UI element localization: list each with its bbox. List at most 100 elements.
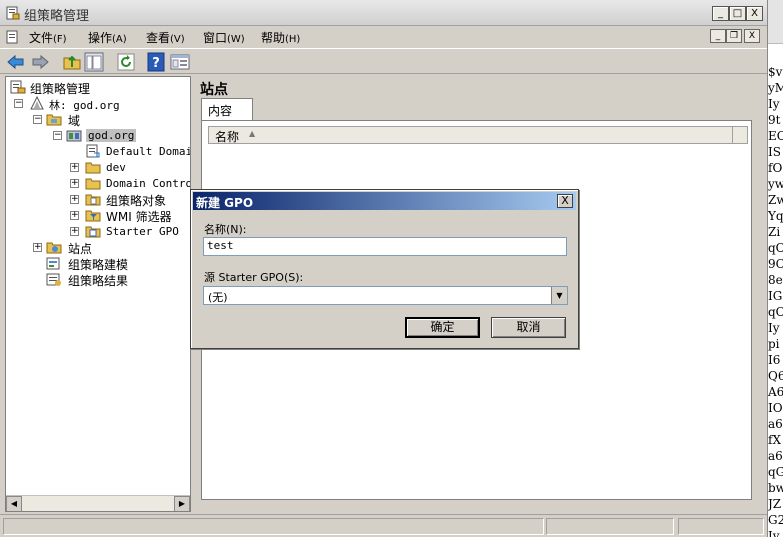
menu-window[interactable]: 窗口(W) [203,29,245,46]
status-panel-2 [546,518,674,535]
tree-label: 组策略对象 [106,194,167,208]
new-gpo-dialog: 新建 GPO X 名称(N): test 源 Starter GPO(S): (… [190,189,579,349]
tree-label: dev [106,161,126,174]
tree-label: 站点 [68,242,93,256]
gpo-link-icon [86,144,100,158]
source-starter-gpo-select[interactable]: (无) ▼ [203,286,568,305]
tree-label: 组策略建模 [68,258,129,272]
ou-folder-icon [85,178,101,190]
background-text-line: Q6 [768,369,783,383]
up-folder-icon[interactable] [62,52,82,72]
background-text-line: bw [768,481,783,495]
background-text-line: 9t [768,113,781,127]
dialog-close-button[interactable]: X [557,194,573,208]
tree-label: 林: god.org [49,99,120,112]
scroll-right-button[interactable]: ▶ [174,496,190,511]
background-text-line: 8e [768,273,783,287]
collapse-toggle[interactable]: − [33,115,42,124]
tree-label: Domain Control [106,177,191,190]
mdi-restore-button[interactable]: ❐ [726,29,742,43]
filter-folder-icon [85,210,101,222]
collapse-toggle[interactable]: − [14,99,23,108]
scroll-left-button[interactable]: ◀ [6,496,22,511]
background-text-line: qG [768,465,783,479]
window-title: 组策略管理 [24,9,90,24]
refresh-icon[interactable] [116,52,136,72]
ou-folder-icon [85,162,101,174]
cancel-button[interactable]: 取消 [491,317,566,338]
expand-toggle[interactable]: + [70,227,79,236]
menu-view[interactable]: 查看(V) [146,29,185,46]
menu-bar: 文件(F) 操作(A) 查看(V) 窗口(W) 帮助(H) [0,27,767,47]
column-header-name[interactable]: 名称 ▲ [208,126,748,144]
tree-label: 域 [68,114,81,128]
background-text-line: yM [768,81,783,95]
expand-toggle[interactable]: + [70,211,79,220]
source-starter-gpo-label: 源 Starter GPO(S): [204,271,304,284]
menu-help[interactable]: 帮助(H) [261,29,300,46]
background-text-line: IO [768,401,783,415]
maximize-button[interactable]: □ [729,6,746,21]
help-icon[interactable]: ? [146,52,166,72]
show-hide-tree-icon[interactable] [84,52,104,72]
source-selected-value: (无) [208,291,228,304]
dialog-title: 新建 GPO [196,196,254,210]
expand-toggle[interactable]: + [33,243,42,252]
background-text-line: yw [768,177,783,191]
background-text-line: Iy [768,321,780,335]
background-text-line: IG [768,289,783,303]
details-title: 站点 [200,82,228,98]
tree-label: Starter GPO [106,225,179,238]
gpmc-root-icon [10,80,26,94]
forward-arrow-icon[interactable] [30,52,50,72]
tab-contents[interactable]: 内容 [201,98,253,120]
status-panel-3 [678,518,764,535]
tree-label: 组策略管理 [30,82,91,96]
background-text-line: I6 [768,353,781,367]
background-text-line: fO [768,161,783,175]
dropdown-arrow-icon[interactable]: ▼ [551,287,567,304]
background-text-line: a6 [768,449,783,463]
background-window-strip: $v yM Iy 9t EO IS fO yw Zw Yq Zi qO 9C 8e IG qO Iy pi I6 Q6… [767,0,783,537]
background-text-line: $v [768,65,783,79]
expand-toggle[interactable]: + [70,179,79,188]
properties-icon[interactable] [170,52,190,72]
background-text-line: A6 [768,385,783,399]
background-text-line: a6 [768,417,783,431]
svg-text:?: ? [152,56,160,71]
domain-icon [66,130,82,142]
modeling-icon [46,257,60,270]
expand-toggle[interactable]: + [70,163,79,172]
background-text-line: G2 [768,513,783,527]
menu-file[interactable]: 文件(F) [29,29,67,46]
results-icon [46,273,61,286]
sort-ascending-icon: ▲ [249,129,256,138]
gpo-name-input[interactable]: test [203,237,567,256]
menu-action[interactable]: 操作(A) [88,29,127,46]
minimize-button[interactable]: _ [712,6,729,21]
mdi-minimize-button[interactable]: _ [710,29,726,43]
tree-label: 组策略结果 [68,274,129,288]
gpo-folder-icon [85,194,101,206]
back-arrow-icon[interactable] [6,52,26,72]
expand-toggle[interactable]: + [70,195,79,204]
tree-label: WMI 筛选器 [106,210,172,224]
mdi-child-icon[interactable] [6,30,20,44]
background-text-line: JZ [768,497,782,511]
background-text-line: pi [768,337,780,351]
tree-label: Default Domain [106,145,191,158]
column-divider[interactable] [732,127,733,143]
background-text-line: qO [768,305,783,319]
console-tree: 组策略管理 − 林: god.org − 域 − god.org Default… [5,76,191,512]
ok-button[interactable]: 确定 [405,317,480,338]
background-text-line: Zi [768,225,781,239]
column-header-label: 名称 [215,130,240,144]
mdi-close-button[interactable]: X [744,29,760,43]
collapse-toggle[interactable]: − [53,131,62,140]
close-button[interactable]: X [746,6,763,21]
forest-icon [30,96,44,110]
tree-label-selected: god.org [86,129,137,142]
background-text-line: Zw [768,193,783,207]
title-bar: 组策略管理 _ □ X [0,0,767,26]
tree-horizontal-scrollbar[interactable]: ◀ ▶ [6,495,190,511]
